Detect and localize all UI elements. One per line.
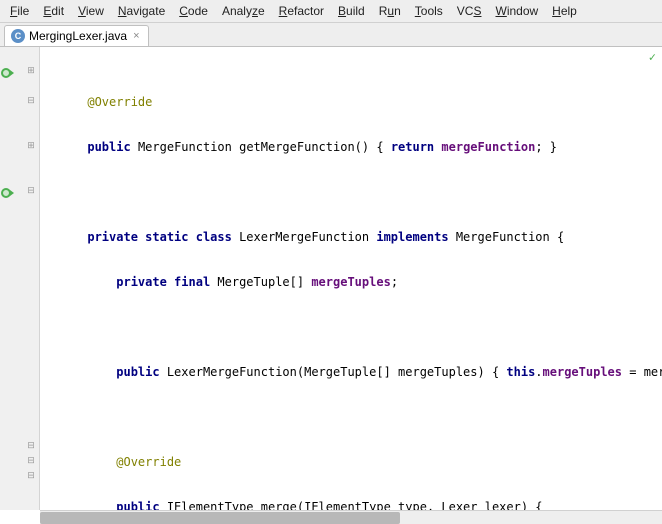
menu-help[interactable]: Help	[546, 2, 583, 20]
menu-code[interactable]: Code	[173, 2, 214, 20]
menu-run[interactable]: Run	[373, 2, 407, 20]
menu-analyze[interactable]: Analyze	[216, 2, 271, 20]
gutter[interactable]: ⊞ ⊟ ⊞ ⊟ ⊟ ⊟ ⊟	[0, 47, 40, 510]
fold-toggle[interactable]: ⊟	[26, 455, 36, 466]
menu-window[interactable]: Window	[489, 2, 544, 20]
menu-view[interactable]: View	[72, 2, 110, 20]
close-icon[interactable]: ×	[131, 30, 141, 42]
fold-toggle[interactable]: ⊟	[26, 185, 36, 196]
fold-toggle[interactable]: ⊟	[26, 470, 36, 481]
tab-merginglexer[interactable]: C MergingLexer.java ×	[4, 25, 149, 46]
inspection-ok-icon[interactable]: ✓	[649, 50, 656, 65]
tab-label: MergingLexer.java	[29, 29, 127, 43]
tab-bar: C MergingLexer.java ×	[0, 23, 662, 47]
menu-navigate[interactable]: Navigate	[112, 2, 171, 20]
fold-toggle[interactable]: ⊞	[26, 140, 36, 151]
menu-bar: File Edit View Navigate Code Analyze Ref…	[0, 0, 662, 23]
fold-toggle[interactable]: ⊟	[26, 95, 36, 106]
menu-build[interactable]: Build	[332, 2, 371, 20]
menu-refactor[interactable]: Refactor	[273, 2, 330, 20]
horizontal-scrollbar[interactable]	[40, 510, 662, 524]
code-editor[interactable]: ✓ @Override public MergeFunction getMerg…	[40, 47, 662, 510]
fold-toggle[interactable]: ⊞	[26, 65, 36, 76]
fold-toggle[interactable]: ⊟	[26, 440, 36, 451]
menu-vcs[interactable]: VCS	[451, 2, 488, 20]
scrollbar-thumb[interactable]	[40, 512, 400, 524]
java-class-icon: C	[11, 29, 25, 43]
menu-tools[interactable]: Tools	[409, 2, 449, 20]
menu-file[interactable]: File	[4, 2, 35, 20]
editor-area: ⊞ ⊟ ⊞ ⊟ ⊟ ⊟ ⊟ ✓ @Override public MergeFu…	[0, 47, 662, 510]
menu-edit[interactable]: Edit	[37, 2, 70, 20]
